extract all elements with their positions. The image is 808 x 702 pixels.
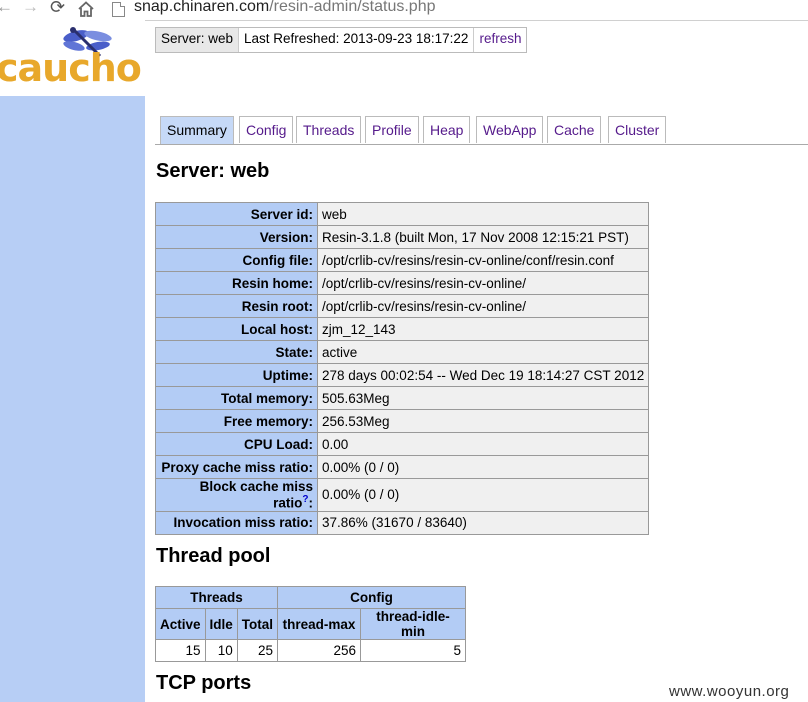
column-header-row: Active Idle Total thread-max thread-idle… [155, 608, 467, 640]
tab-cluster[interactable]: Cluster [608, 116, 667, 143]
col-active: Active [155, 608, 206, 640]
row-key: CPU Load: [155, 432, 318, 456]
row-value: 0.00% (0 / 0) [316, 455, 650, 479]
watermark: www.wooyun.org [669, 683, 790, 700]
status-bar: Server: web Last Refreshed: 2013-09-23 1… [155, 27, 528, 53]
table-row: Proxy cache miss ratio: 0.00% (0 / 0) [155, 455, 650, 479]
row-value: Resin-3.1.8 (built Mon, 17 Nov 2008 12:1… [316, 225, 650, 249]
tab-config[interactable]: Config [239, 116, 294, 143]
row-key: Uptime: [155, 363, 318, 387]
row-key: Invocation miss ratio: [155, 510, 318, 535]
group-header-config: Config [277, 586, 467, 609]
url-path: /resin-admin/status.php [269, 0, 436, 15]
reload-icon[interactable]: ⟳ [50, 0, 65, 18]
table-row: Server id: web [155, 202, 650, 226]
row-value: 0.00% (0 / 0) [316, 478, 650, 512]
logo-area: caucho [0, 20, 145, 96]
row-key: Resin root: [155, 294, 318, 318]
col-idle: Idle [204, 608, 238, 640]
address-bar[interactable]: snap.chinaren.com/resin-admin/status.php [134, 0, 436, 16]
row-key: Version: [155, 225, 318, 249]
row-key: Block cache miss ratio?: [155, 478, 318, 512]
row-value: 37.86% (31670 / 83640) [316, 510, 650, 535]
last-refreshed: Last Refreshed: 2013-09-23 18:17:22 [239, 28, 475, 52]
tab-cache[interactable]: Cache [547, 116, 602, 143]
row-value: 505.63Meg [316, 386, 650, 410]
table-row: Config file:/opt/crlib-cv/resins/resin-c… [155, 248, 650, 272]
row-key: Local host: [155, 317, 318, 341]
group-header-threads: Threads [154, 586, 279, 609]
row-key: Server id: [155, 202, 318, 226]
table-row: CPU Load: 0.00 [155, 432, 650, 456]
sidebar [0, 96, 145, 702]
row-value: zjm_12_143 [316, 317, 650, 341]
table-row: Local host: zjm_12_143 [155, 317, 650, 341]
back-arrow-icon[interactable]: ← [0, 0, 13, 17]
cell-active: 15 [155, 639, 206, 662]
row-value: web [316, 202, 650, 226]
row-value: 0.00 [316, 432, 650, 456]
table-row: Invocation miss ratio: 37.86% (31670 / 83… [155, 510, 650, 535]
tab-bar: Summary Config Threads Profile Heap WebA… [155, 116, 808, 145]
table-row: Block cache miss ratio?: 0.00% (0 / 0) [155, 478, 650, 512]
home-icon[interactable] [78, 0, 94, 22]
row-key: Proxy cache miss ratio: [155, 455, 318, 479]
thread-pool-table: Threads Config Active Idle Total thread-… [154, 586, 467, 662]
tab-webapp[interactable]: WebApp [476, 116, 544, 143]
col-thread-max: thread-max [277, 608, 362, 640]
row-value: 278 days 00:02:54 -- Wed Dec 19 18:14:27… [316, 363, 650, 387]
row-key-text: Block cache miss ratio [199, 479, 313, 511]
tab-profile[interactable]: Profile [365, 116, 419, 143]
table-row: Total memory: 505.63Meg [155, 386, 650, 410]
tab-threads[interactable]: Threads [296, 116, 362, 143]
table-row: Resin home:/opt/crlib-cv/resins/resin-cv… [155, 271, 650, 295]
table-row: Resin root:/opt/crlib-cv/resins/resin-cv… [155, 294, 650, 318]
row-value: /opt/crlib-cv/resins/resin-cv-online/con… [316, 248, 650, 272]
cell-thread-max: 256 [277, 639, 362, 662]
row-value: /opt/crlib-cv/resins/resin-cv-online/ [316, 294, 650, 318]
table-row: Version: Resin-3.1.8 (built Mon, 17 Nov 2… [155, 225, 650, 249]
cell-idle: 10 [204, 639, 238, 662]
tab-heap[interactable]: Heap [423, 116, 471, 143]
tcp-ports-heading: TCP ports [156, 672, 252, 694]
url-host: snap.chinaren.com [134, 0, 270, 15]
table-row: Uptime: 278 days 00:02:54 -- Wed Dec 19 1… [155, 363, 650, 387]
row-key: Free memory: [155, 409, 318, 433]
table-row: Free memory: 256.53Meg [155, 409, 650, 433]
row-key: Config file: [155, 248, 318, 272]
table-row: State: active [155, 340, 650, 364]
table-row: 15 10 25 256 5 [155, 639, 467, 662]
forward-arrow-icon[interactable]: → [22, 0, 39, 17]
caucho-logo: caucho [0, 46, 142, 90]
row-value: /opt/crlib-cv/resins/resin-cv-online/ [316, 271, 650, 295]
server-info-table: Server id: web Version: Resin-3.1.8 (built… [155, 202, 650, 535]
help-link[interactable]: ? [302, 494, 308, 505]
row-key: State: [155, 340, 318, 364]
col-total: Total [236, 608, 279, 640]
thread-pool-heading: Thread pool [156, 545, 271, 567]
row-value: active [316, 340, 650, 364]
row-value: 256.53Meg [316, 409, 650, 433]
col-thread-idle-min: thread-idle-min [360, 608, 467, 640]
tab-summary[interactable]: Summary [160, 116, 234, 144]
cell-total: 25 [236, 639, 279, 662]
group-header-row: Threads Config [154, 586, 467, 609]
browser-toolbar: ← → ⟳ snap.chinaren.com/resin-admin/stat… [0, 0, 808, 21]
server-heading: Server: web [156, 160, 270, 182]
refresh-link[interactable]: refresh [474, 28, 526, 52]
row-key: Resin home: [155, 271, 318, 295]
server-name: Server: web [156, 28, 240, 52]
row-key: Total memory: [155, 386, 318, 410]
cell-thread-idle-min: 5 [360, 639, 467, 662]
page-icon [112, 2, 125, 17]
